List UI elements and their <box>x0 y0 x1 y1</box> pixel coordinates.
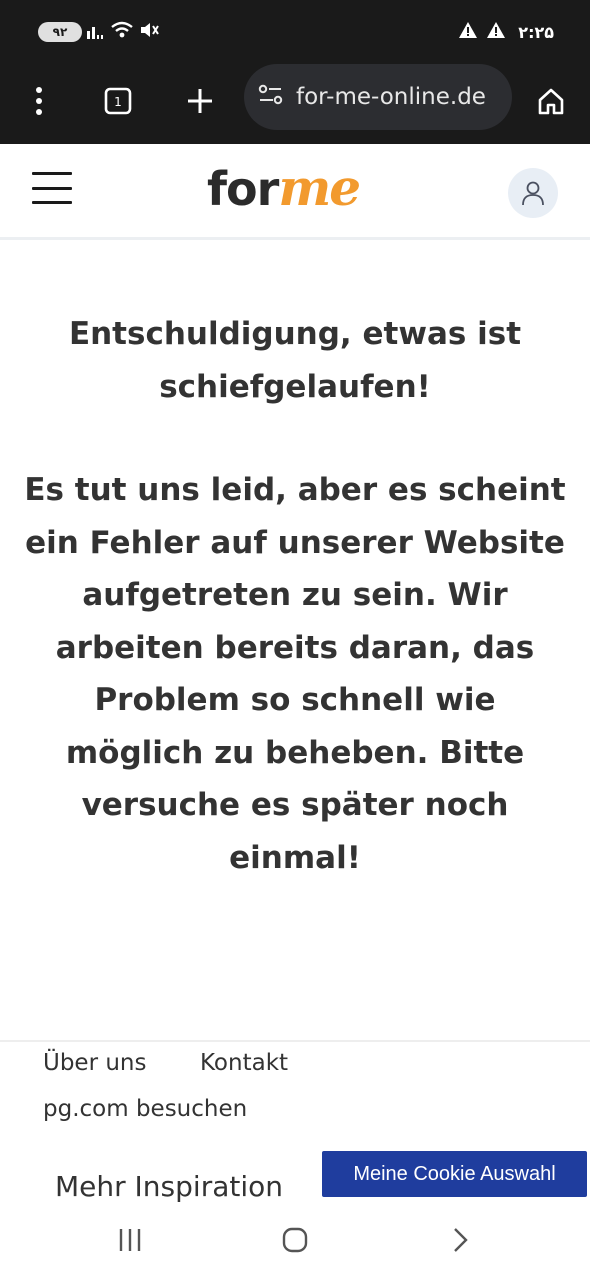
browser-toolbar: 1 for-me-online.de <box>0 62 590 144</box>
battery-indicator: ۹۲ <box>38 22 82 42</box>
error-content: Entschuldigung, etwas ist schiefgelaufen… <box>0 240 590 1040</box>
footer-link-about[interactable]: Über uns <box>43 1050 147 1076</box>
back-icon[interactable] <box>438 1222 482 1258</box>
status-clock: ۲:۲۵ <box>518 22 554 42</box>
forme-logo[interactable]: for me <box>207 158 361 222</box>
cookie-settings-button[interactable]: Meine Cookie Auswahl <box>322 1151 587 1197</box>
new-tab-icon[interactable] <box>175 76 225 126</box>
recent-apps-icon[interactable] <box>108 1222 152 1258</box>
warning-icon <box>458 21 478 43</box>
mute-icon <box>138 20 160 44</box>
footer-link-contact[interactable]: Kontakt <box>200 1050 288 1076</box>
address-bar[interactable]: for-me-online.de <box>244 64 512 130</box>
home-button-icon[interactable] <box>273 1222 317 1258</box>
svg-text:1: 1 <box>114 95 122 109</box>
wifi-icon <box>110 20 134 44</box>
logo-for-text: for <box>207 162 279 216</box>
warning-icon <box>486 21 506 43</box>
hamburger-menu-icon[interactable] <box>32 170 72 206</box>
footer-more-inspiration[interactable]: Mehr Inspiration <box>55 1170 283 1203</box>
tab-switcher-icon[interactable]: 1 <box>93 76 143 126</box>
signal-icon <box>86 21 106 43</box>
user-icon[interactable] <box>508 168 558 218</box>
error-message: Es tut uns leid, aber es scheint ein Feh… <box>24 472 566 876</box>
status-icons-right: ۲:۲۵ <box>458 19 554 45</box>
home-icon[interactable] <box>526 76 576 126</box>
site-settings-icon[interactable] <box>258 83 284 111</box>
status-icons-left <box>86 19 160 45</box>
status-bar: ۹۲ ۲:۲۵ <box>0 0 590 62</box>
logo-me-text: me <box>278 158 361 217</box>
system-nav-bar <box>0 1208 590 1279</box>
error-title: Entschuldigung, etwas ist schiefgelaufen… <box>68 316 522 405</box>
url-text[interactable]: for-me-online.de <box>296 84 486 110</box>
site-header: for me <box>0 144 590 240</box>
footer-link-pg[interactable]: pg.com besuchen <box>43 1096 247 1122</box>
more-vert-icon[interactable] <box>14 76 64 126</box>
